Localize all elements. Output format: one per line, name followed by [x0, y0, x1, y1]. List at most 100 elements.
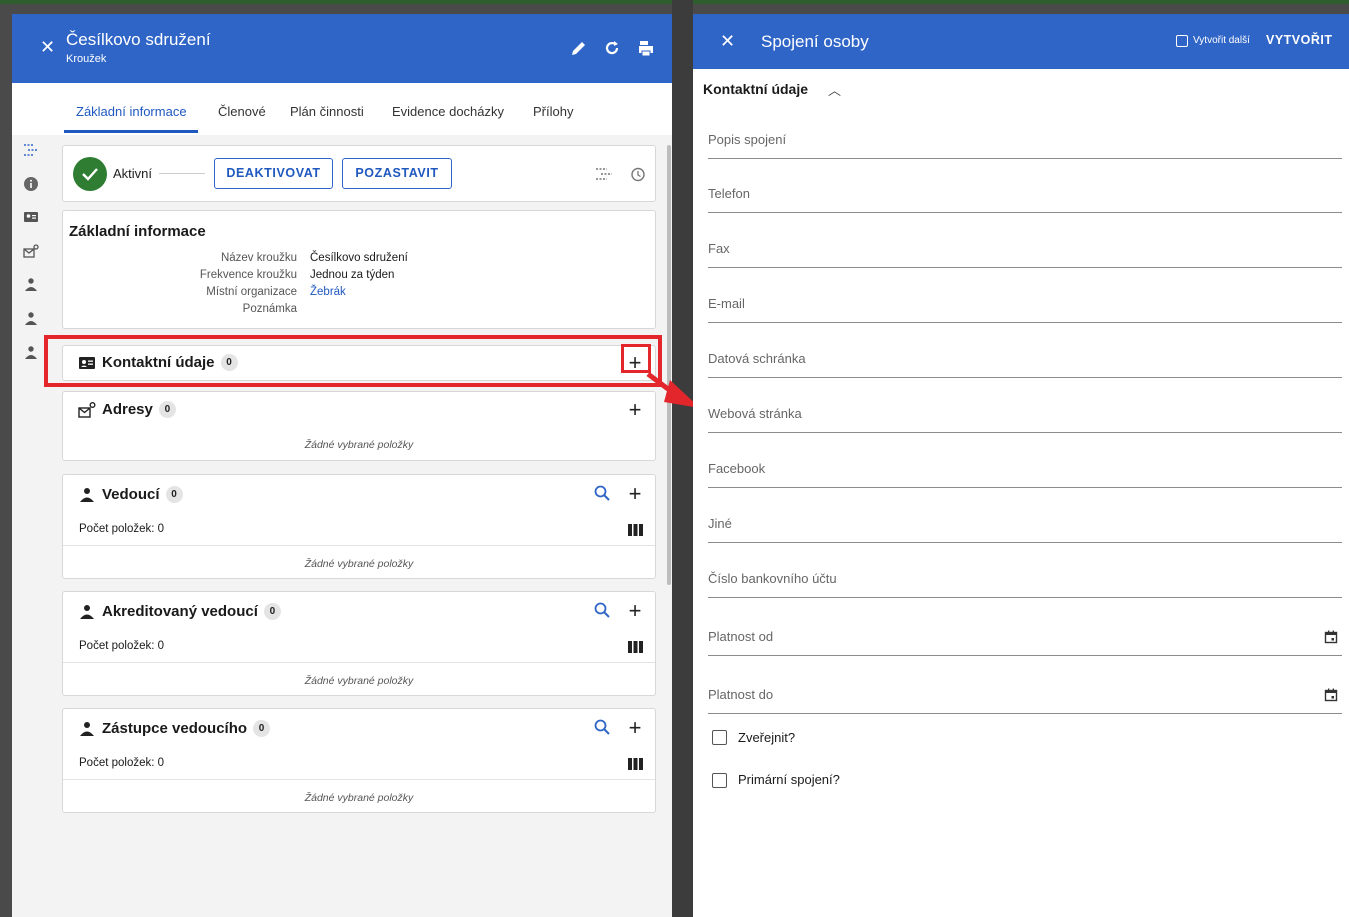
- deputy-count-badge: 0: [253, 720, 271, 737]
- addresses-section: Adresy 0 + Žádné vybrané položky: [62, 391, 656, 461]
- suspend-button[interactable]: POZASTAVIT: [342, 158, 452, 189]
- contact-card-icon[interactable]: [23, 209, 39, 225]
- tab-members[interactable]: Členové: [218, 104, 266, 119]
- deputy-title: Zástupce vedoucího 0: [102, 720, 271, 737]
- person-icon: [80, 605, 94, 619]
- page-subtitle: Kroužek: [66, 53, 107, 65]
- edit-pencil-icon[interactable]: [569, 38, 589, 58]
- field-label: Jiné: [708, 516, 732, 531]
- detail-content: Aktivní DEAKTIVOVAT POZASTAVIT Základní …: [12, 135, 672, 917]
- chevron-up-icon[interactable]: ︿: [828, 80, 841, 99]
- search-icon[interactable]: [593, 601, 611, 619]
- status-flow-icon[interactable]: [23, 142, 39, 158]
- leaders-empty-text: Žádné vybrané položky: [304, 558, 414, 570]
- fax-field[interactable]: Fax: [708, 228, 1342, 268]
- tab-basic-info[interactable]: Základní informace: [76, 104, 187, 119]
- contact-section-title: Kontaktní údaje: [703, 81, 809, 97]
- bank-account-field[interactable]: Číslo bankovního účtu: [708, 558, 1342, 598]
- field-label: Telefon: [708, 186, 750, 201]
- club-detail-panel: ✕ Česílkovo sdružení Kroužek Základní in…: [12, 14, 672, 917]
- field-label: Platnost do: [708, 687, 774, 702]
- tab-attendance[interactable]: Evidence docházky: [392, 104, 504, 119]
- frequency-value: Jednou za týden: [310, 269, 395, 281]
- local-org-link[interactable]: Žebrák: [310, 286, 346, 298]
- deputy-empty-text: Žádné vybrané položky: [304, 792, 414, 804]
- highlight-add-button: [621, 344, 651, 373]
- create-button[interactable]: VYTVOŘIT: [1266, 33, 1333, 47]
- close-icon[interactable]: ✕: [720, 32, 735, 50]
- deputy-person-icon[interactable]: [23, 345, 39, 361]
- form-title: Spojení osoby: [761, 32, 869, 51]
- detail-header: ✕ Česílkovo sdružení Kroužek: [12, 14, 672, 83]
- create-another-checkbox[interactable]: [1176, 35, 1188, 47]
- other-field[interactable]: Jiné: [708, 503, 1342, 543]
- field-label: Webová stránka: [708, 406, 802, 421]
- highlight-contact-section: [44, 335, 662, 387]
- addresses-title: Adresy 0: [102, 401, 176, 418]
- accredited-count-badge: 0: [263, 603, 281, 620]
- columns-icon[interactable]: [628, 641, 643, 653]
- basic-info-card: Základní informace Název kroužku Česílko…: [62, 210, 656, 329]
- leaders-count-text: Počet položek: 0: [79, 523, 165, 535]
- leaders-title: Vedoucí 0: [102, 486, 183, 503]
- deactivate-button[interactable]: DEAKTIVOVAT: [214, 158, 333, 189]
- leader-person-icon[interactable]: [23, 277, 39, 293]
- primary-connection-label: Primární spojení?: [738, 772, 840, 787]
- field-label: Platnost od: [708, 629, 774, 644]
- publish-checkbox[interactable]: [712, 730, 727, 745]
- scrollbar[interactable]: [667, 145, 671, 585]
- page-title: Česílkovo sdružení: [66, 30, 211, 49]
- website-field[interactable]: Webová stránka: [708, 393, 1342, 433]
- email-field[interactable]: E-mail: [708, 283, 1342, 323]
- info-icon[interactable]: [23, 176, 39, 192]
- facebook-field[interactable]: Facebook: [708, 448, 1342, 488]
- print-icon[interactable]: [636, 38, 656, 58]
- publish-label: Zveřejnit?: [738, 730, 796, 745]
- accredited-person-icon[interactable]: [23, 311, 39, 327]
- search-icon[interactable]: [593, 718, 611, 736]
- address-mail-icon[interactable]: [23, 243, 39, 259]
- person-icon: [80, 488, 94, 502]
- add-leader-button[interactable]: +: [625, 483, 645, 505]
- status-flow-icon[interactable]: [595, 166, 613, 182]
- search-icon[interactable]: [593, 484, 611, 502]
- status-connector: [159, 173, 205, 174]
- tab-attachments[interactable]: Přílohy: [533, 104, 573, 119]
- field-label: Číslo bankovního účtu: [708, 571, 837, 586]
- person-icon: [80, 722, 94, 736]
- columns-icon[interactable]: [628, 524, 643, 536]
- deputy-title-text: Zástupce vedoucího: [102, 720, 248, 737]
- phone-field[interactable]: Telefon: [708, 173, 1342, 213]
- note-label: Poznámka: [242, 303, 297, 315]
- tab-activity-plan[interactable]: Plán činnosti: [290, 104, 364, 119]
- accredited-title: Akreditovaný vedoucí 0: [102, 603, 281, 620]
- divider: [63, 662, 655, 663]
- status-active-icon: [73, 157, 107, 191]
- close-icon[interactable]: ✕: [40, 38, 55, 56]
- accredited-empty-text: Žádné vybrané položky: [304, 675, 414, 687]
- accredited-leader-section: Akreditovaný vedoucí 0 + Počet položek: 0…: [62, 591, 656, 696]
- columns-icon[interactable]: [628, 758, 643, 770]
- field-label: Popis spojení: [708, 132, 787, 147]
- calendar-icon[interactable]: [1324, 630, 1338, 644]
- field-label: Datová schránka: [708, 351, 806, 366]
- divider: [63, 545, 655, 546]
- accredited-title-text: Akreditovaný vedoucí: [102, 603, 258, 620]
- frequency-label: Frekvence kroužku: [199, 269, 297, 281]
- refresh-icon[interactable]: [602, 38, 622, 58]
- add-address-button[interactable]: +: [625, 399, 645, 421]
- history-icon[interactable]: [629, 166, 646, 183]
- add-deputy-button[interactable]: +: [625, 717, 645, 739]
- valid-to-field[interactable]: Platnost do: [708, 674, 1342, 714]
- data-box-field[interactable]: Datová schránka: [708, 338, 1342, 378]
- leaders-section: Vedoucí 0 + Počet položek: 0 Žádné vybran…: [62, 474, 656, 579]
- valid-from-field[interactable]: Platnost od: [708, 616, 1342, 656]
- add-accredited-button[interactable]: +: [625, 600, 645, 622]
- field-label: Fax: [708, 241, 730, 256]
- primary-connection-checkbox[interactable]: [712, 773, 727, 788]
- calendar-icon[interactable]: [1324, 688, 1338, 702]
- address-mail-icon: [78, 402, 96, 418]
- local-org-label: Místní organizace: [206, 286, 297, 298]
- description-field[interactable]: Popis spojení: [708, 119, 1342, 159]
- field-label: E-mail: [708, 296, 745, 311]
